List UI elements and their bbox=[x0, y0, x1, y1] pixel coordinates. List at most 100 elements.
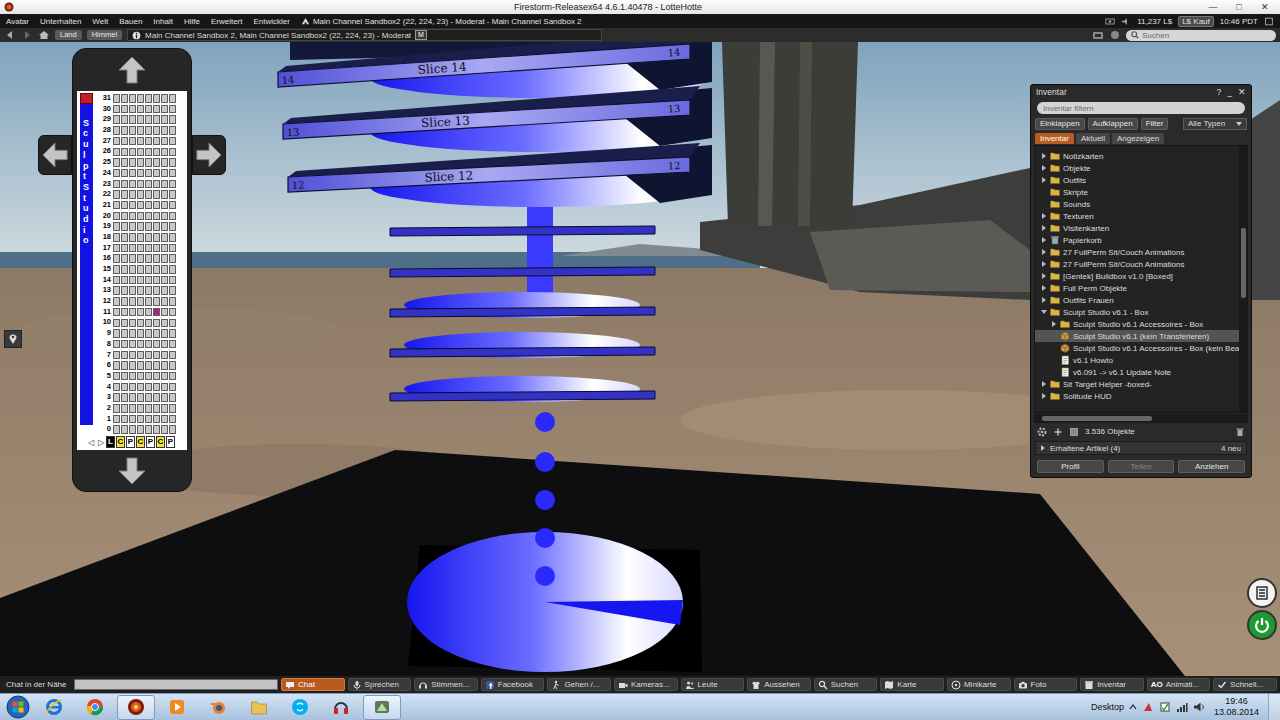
slice-cell[interactable] bbox=[153, 212, 160, 221]
slice-cell[interactable] bbox=[137, 105, 144, 114]
slice-cell[interactable] bbox=[113, 351, 120, 360]
taskbar-app[interactable] bbox=[322, 695, 360, 720]
arrow-up-icon[interactable] bbox=[117, 55, 147, 85]
slice-cell[interactable] bbox=[161, 190, 168, 199]
home-icon[interactable] bbox=[38, 30, 50, 40]
toolbar-button[interactable]: Gehen /... bbox=[547, 678, 611, 691]
slice-cell[interactable] bbox=[161, 94, 168, 103]
slice-cell[interactable] bbox=[129, 404, 136, 413]
slice-cell[interactable] bbox=[169, 297, 176, 306]
inventory-item[interactable]: Solitude HUD bbox=[1035, 390, 1239, 402]
slice-cell[interactable] bbox=[121, 244, 128, 253]
slice-cell[interactable] bbox=[145, 137, 152, 146]
menu-item[interactable]: Inhalt bbox=[153, 17, 173, 26]
slice-cell[interactable] bbox=[113, 115, 120, 124]
hud-key-arrow[interactable]: ◁ bbox=[86, 438, 95, 447]
slice-cell[interactable] bbox=[153, 115, 160, 124]
slice-cell[interactable] bbox=[113, 265, 120, 274]
slice-cell[interactable] bbox=[121, 222, 128, 231]
expand-toggle[interactable] bbox=[1041, 237, 1047, 243]
slice-cell[interactable] bbox=[137, 276, 144, 285]
start-button[interactable] bbox=[4, 694, 32, 720]
slice-cell[interactable] bbox=[129, 329, 136, 338]
slice-cell[interactable] bbox=[129, 137, 136, 146]
taskbar-app[interactable] bbox=[117, 695, 155, 720]
slice-cell[interactable] bbox=[153, 105, 160, 114]
slice-cell[interactable] bbox=[137, 190, 144, 199]
slice-cell[interactable] bbox=[121, 404, 128, 413]
slice-cell[interactable] bbox=[121, 425, 128, 434]
slice-cell[interactable] bbox=[169, 265, 176, 274]
slice-cell[interactable] bbox=[153, 319, 160, 328]
expand-toggle[interactable] bbox=[1041, 393, 1047, 399]
slice-cell[interactable] bbox=[145, 351, 152, 360]
slice-cell[interactable] bbox=[113, 212, 120, 221]
inventory-item[interactable]: 27 FullPerm Sit/Couch Animations bbox=[1035, 246, 1239, 258]
slice-cell[interactable] bbox=[137, 393, 144, 402]
slice-cell[interactable] bbox=[121, 319, 128, 328]
slice-cell[interactable] bbox=[121, 105, 128, 114]
inventory-item[interactable]: Sit Target Helper -boxed- bbox=[1035, 378, 1239, 390]
slice-cell[interactable] bbox=[113, 148, 120, 157]
slice-cell[interactable] bbox=[145, 393, 152, 402]
slice-cell[interactable] bbox=[161, 137, 168, 146]
slice-cell[interactable] bbox=[169, 329, 176, 338]
slice-cell[interactable] bbox=[121, 169, 128, 178]
slice-cell[interactable] bbox=[153, 383, 160, 392]
show-desktop-button[interactable] bbox=[1268, 694, 1280, 720]
slice-cell[interactable] bbox=[129, 276, 136, 285]
slice-cell[interactable] bbox=[145, 276, 152, 285]
inventory-item[interactable]: Outfits Frauen bbox=[1035, 294, 1239, 306]
expand-toggle[interactable] bbox=[1041, 249, 1047, 255]
hud-key[interactable]: L bbox=[106, 436, 115, 448]
slice-cell[interactable] bbox=[153, 201, 160, 210]
vertical-scrollbar[interactable] bbox=[1239, 146, 1247, 412]
slice-cell[interactable] bbox=[169, 276, 176, 285]
inventory-item[interactable]: Sounds bbox=[1035, 198, 1239, 210]
expand-toggle[interactable] bbox=[1041, 153, 1047, 159]
inventory-item[interactable]: [Gentek] Buildbox v1.0 [Boxed] bbox=[1035, 270, 1239, 282]
hud-key[interactable]: C bbox=[136, 436, 145, 448]
slice-cell[interactable] bbox=[145, 286, 152, 295]
slice-cell[interactable] bbox=[169, 201, 176, 210]
taskbar-app[interactable] bbox=[281, 695, 319, 720]
slice-cell[interactable] bbox=[137, 351, 144, 360]
menu-item[interactable]: Welt bbox=[92, 17, 108, 26]
type-dropdown[interactable]: Alle Typen bbox=[1183, 118, 1247, 130]
expand-toggle[interactable] bbox=[1041, 297, 1047, 303]
slice-cell[interactable] bbox=[169, 340, 176, 349]
slice-cell[interactable] bbox=[121, 372, 128, 381]
slice-cell[interactable] bbox=[113, 233, 120, 242]
environment-button[interactable]: Himmel bbox=[87, 30, 122, 40]
slice-cell[interactable] bbox=[129, 105, 136, 114]
slice-cell[interactable] bbox=[145, 244, 152, 253]
slice-cell[interactable] bbox=[169, 222, 176, 231]
slice-cell[interactable] bbox=[129, 222, 136, 231]
slice-cell[interactable] bbox=[161, 115, 168, 124]
expand-toggle[interactable] bbox=[1041, 213, 1047, 219]
hud-color-swatch[interactable] bbox=[80, 93, 93, 104]
slice-cell[interactable] bbox=[161, 372, 168, 381]
inventory-item[interactable]: 27 FullPerm Sit/Couch Animations bbox=[1035, 258, 1239, 270]
arrow-right-icon[interactable] bbox=[195, 141, 223, 169]
inventory-item[interactable]: Papierkorb bbox=[1035, 234, 1239, 246]
received-items[interactable]: Erhaltene Artikel (4)4 neu bbox=[1035, 441, 1247, 455]
slice-cell[interactable] bbox=[137, 148, 144, 157]
info-icon[interactable] bbox=[132, 31, 141, 40]
slice-cell[interactable] bbox=[169, 393, 176, 402]
toolbar-button[interactable]: Leute bbox=[681, 678, 745, 691]
slice-cell[interactable] bbox=[137, 222, 144, 231]
slice-cell[interactable] bbox=[129, 319, 136, 328]
search-input[interactable] bbox=[1142, 31, 1271, 40]
slice-cell[interactable] bbox=[153, 126, 160, 135]
toolbar-button[interactable]: Chat bbox=[281, 678, 345, 691]
slice-cell[interactable] bbox=[121, 340, 128, 349]
slice-cell[interactable] bbox=[137, 404, 144, 413]
scroll-thumb[interactable] bbox=[1042, 416, 1152, 421]
toolbar-button[interactable]: AOAnimati... bbox=[1147, 678, 1211, 691]
slice-cell[interactable] bbox=[137, 361, 144, 370]
expand-toggle[interactable] bbox=[1041, 261, 1047, 267]
menu-item[interactable]: Avatar bbox=[6, 17, 29, 26]
slice-cell[interactable] bbox=[169, 361, 176, 370]
slice-cell[interactable] bbox=[129, 148, 136, 157]
